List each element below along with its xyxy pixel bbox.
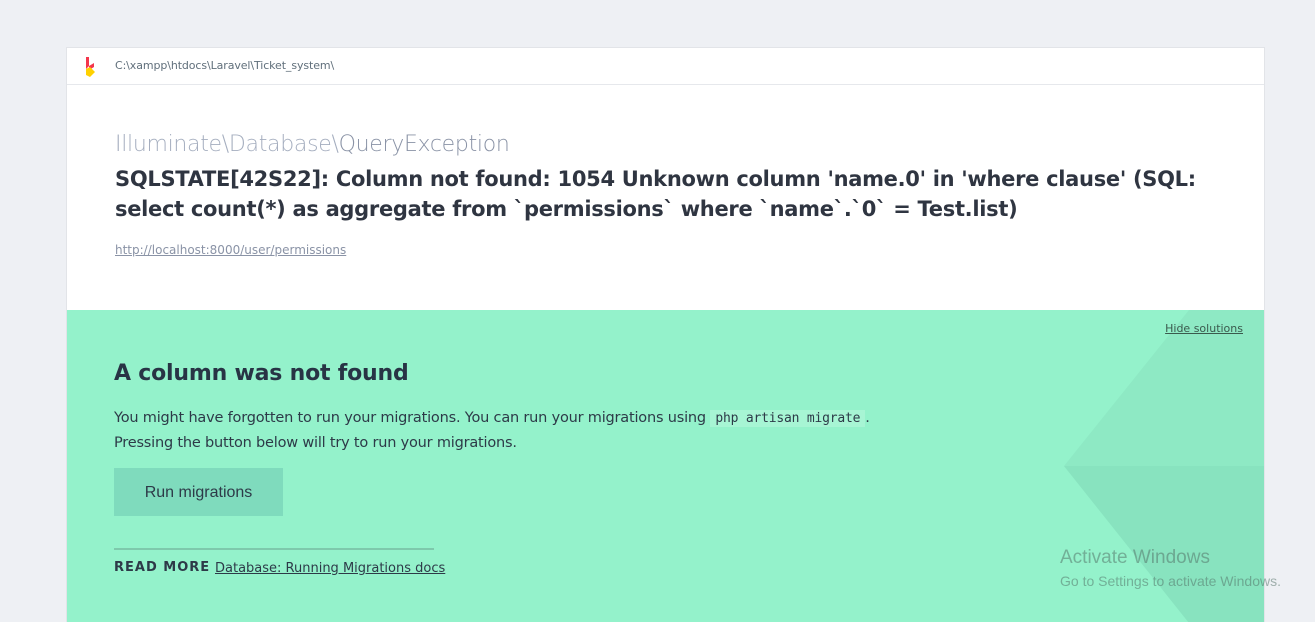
solution-description: You might have forgotten to run your mig… [114,406,1014,455]
read-more-divider [114,548,434,550]
project-path: C:\xampp\htdocs\Laravel\Ticket_system\ [115,59,335,72]
solution-title: A column was not found [114,361,409,386]
watermark-title: Activate Windows [1060,547,1210,568]
migrations-docs-link[interactable]: Database: Running Migrations docs [215,561,445,576]
ignition-logo-icon [84,57,98,77]
solution-desc-punct: . [865,410,870,426]
migrate-command-code: php artisan migrate [710,410,866,427]
hide-solutions-link[interactable]: Hide solutions [1165,322,1243,335]
activate-windows-watermark: Activate Windows Go to Settings to activ… [1060,547,1281,591]
request-url-link[interactable]: http://localhost:8000/user/permissions [115,243,346,257]
read-more-label: READ MORE [114,560,211,575]
exception-class: Illuminate\Database\QueryException [115,132,510,157]
solution-desc-text: You might have forgotten to run your mig… [114,410,711,426]
solution-desc-line2: Pressing the button below will try to ru… [114,435,517,451]
error-card: C:\xampp\htdocs\Laravel\Ticket_system\ I… [66,47,1265,622]
exception-namespace: Illuminate\Database\ [115,132,339,157]
watermark-subtitle: Go to Settings to activate Windows. [1060,573,1281,589]
exception-class-name: QueryException [338,132,510,157]
run-migrations-button[interactable]: Run migrations [114,468,283,516]
path-bar: C:\xampp\htdocs\Laravel\Ticket_system\ [67,48,1264,85]
exception-message: SQLSTATE[42S22]: Column not found: 1054 … [115,167,1196,221]
